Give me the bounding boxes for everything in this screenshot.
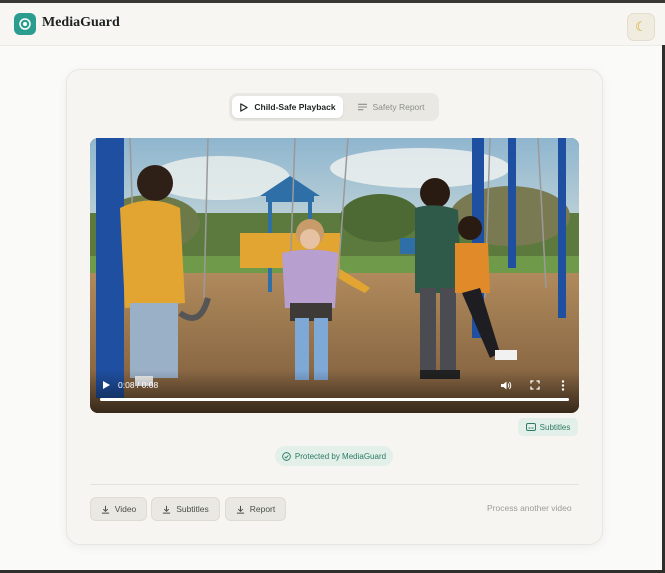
tab-label: Safety Report	[372, 102, 425, 112]
subtitles-label: Subtitles	[539, 422, 571, 432]
download-label: Video	[114, 504, 137, 514]
video-controls: 0:08 / 0:08	[90, 370, 579, 413]
target-icon	[19, 18, 31, 30]
volume-icon[interactable]	[499, 378, 513, 392]
more-vert-icon[interactable]	[556, 378, 570, 392]
check-circle-icon	[282, 451, 291, 461]
tab-label: Child-Safe Playback	[254, 102, 336, 112]
protected-badge: Protected by MediaGuard	[275, 446, 393, 466]
download-label: Subtitles	[176, 504, 209, 514]
app-header: MediaGuard ☾	[0, 3, 665, 46]
tab-child-safe-playback[interactable]: Child-Safe Playback	[232, 96, 343, 118]
play-icon[interactable]	[99, 378, 113, 392]
list-icon	[357, 103, 367, 111]
video-progress-fill	[100, 398, 569, 401]
play-icon	[240, 102, 249, 112]
tab-safety-report[interactable]: Safety Report	[346, 96, 436, 118]
download-label: Report	[249, 504, 276, 514]
download-icon	[101, 505, 109, 514]
download-report-button[interactable]: Report	[225, 497, 286, 521]
main-card: Child-Safe Playback Safety Report 0:08 /…	[66, 69, 603, 545]
tab-bar: Child-Safe Playback Safety Report	[229, 93, 439, 121]
download-icon	[163, 505, 171, 514]
video-progress-bar[interactable]	[100, 398, 569, 401]
download-subtitles-button[interactable]: Subtitles	[151, 497, 220, 521]
video-player[interactable]: 0:08 / 0:08	[90, 138, 579, 413]
process-another-video-link[interactable]: Process another video	[487, 503, 572, 513]
app-name: MediaGuard	[42, 15, 120, 30]
theme-toggle-button[interactable]: ☾	[627, 13, 655, 41]
logo	[14, 13, 36, 35]
moon-icon: ☾	[635, 19, 647, 34]
divider	[90, 484, 579, 485]
fullscreen-icon[interactable]	[528, 378, 542, 392]
download-video-button[interactable]: Video	[90, 497, 147, 521]
download-icon	[236, 505, 244, 514]
subtitles-toggle-button[interactable]: Subtitles	[518, 418, 578, 436]
protected-label: Protected by MediaGuard	[294, 451, 387, 461]
subtitles-icon	[525, 423, 536, 431]
video-time: 0:08 / 0:08	[118, 380, 159, 390]
